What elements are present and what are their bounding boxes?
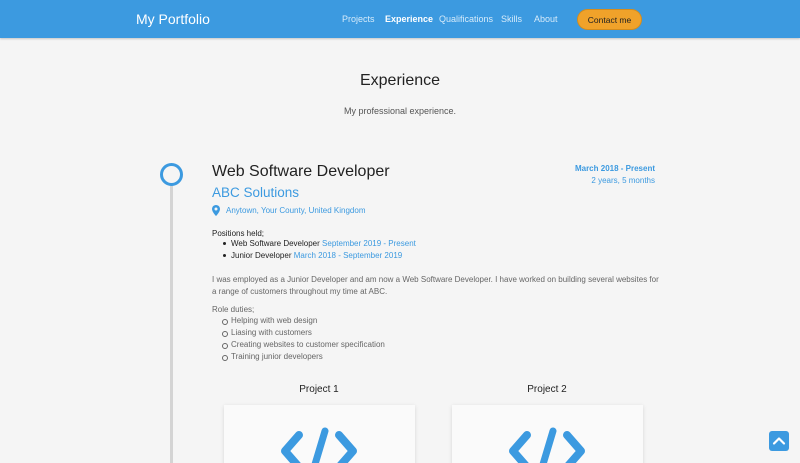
nav-link-skills[interactable]: Skills xyxy=(501,14,522,24)
positions-list: Web Software Developer September 2019 - … xyxy=(223,238,416,262)
brand-link[interactable]: My Portfolio xyxy=(136,11,210,27)
chevron-up-icon xyxy=(772,437,786,445)
list-item: Training junior developers xyxy=(222,351,385,363)
duties-list: Helping with web design Liasing with cus… xyxy=(222,315,385,363)
position-role: Web Software Developer xyxy=(231,239,320,248)
duties-label: Role duties; xyxy=(212,305,255,314)
position-dates: September 2019 - Present xyxy=(322,239,416,248)
timeline-line xyxy=(170,184,173,463)
company-name: ABC Solutions xyxy=(212,185,300,200)
job-location: Anytown, Your County, United Kingdom xyxy=(226,206,366,215)
position-dates: March 2018 - September 2019 xyxy=(293,251,403,260)
scroll-to-top-button[interactable] xyxy=(769,431,789,451)
code-icon xyxy=(281,427,357,463)
job-title: Web Software Developer xyxy=(212,163,390,180)
list-item: Helping with web design xyxy=(222,315,385,327)
position-role: Junior Developer xyxy=(231,251,292,260)
list-item: Creating websites to customer specificat… xyxy=(222,340,385,349)
job-description: I was employed as a Junior Developer and… xyxy=(212,275,659,296)
project-2-card[interactable] xyxy=(452,405,643,463)
job-date-range: March 2018 - Present xyxy=(574,164,655,173)
section-subtitle: My professional experience. xyxy=(343,106,457,116)
section-title: Experience xyxy=(359,72,441,89)
project-2-title: Project 2 xyxy=(527,384,567,395)
timeline-marker xyxy=(160,163,183,186)
code-icon xyxy=(509,427,585,463)
contact-me-button[interactable]: Contact me xyxy=(577,9,642,30)
nav-link-about[interactable]: About xyxy=(534,14,558,24)
project-1-title: Project 1 xyxy=(299,384,339,395)
project-1-card[interactable] xyxy=(224,405,415,463)
nav-link-projects[interactable]: Projects xyxy=(342,14,375,24)
list-item: Web Software Developer September 2019 - … xyxy=(223,238,416,250)
navbar: My Portfolio Projects Experience Qualifi… xyxy=(0,0,800,38)
nav-link-experience[interactable]: Experience xyxy=(385,14,433,24)
positions-label: Positions held; xyxy=(212,229,265,238)
list-item: Liasing with customers xyxy=(222,327,385,339)
nav-link-qualifications[interactable]: Qualifications xyxy=(439,14,493,24)
job-duration: 2 years, 5 months xyxy=(591,176,655,185)
list-item: Junior Developer March 2018 - September … xyxy=(223,250,416,262)
map-pin-icon xyxy=(212,205,220,216)
